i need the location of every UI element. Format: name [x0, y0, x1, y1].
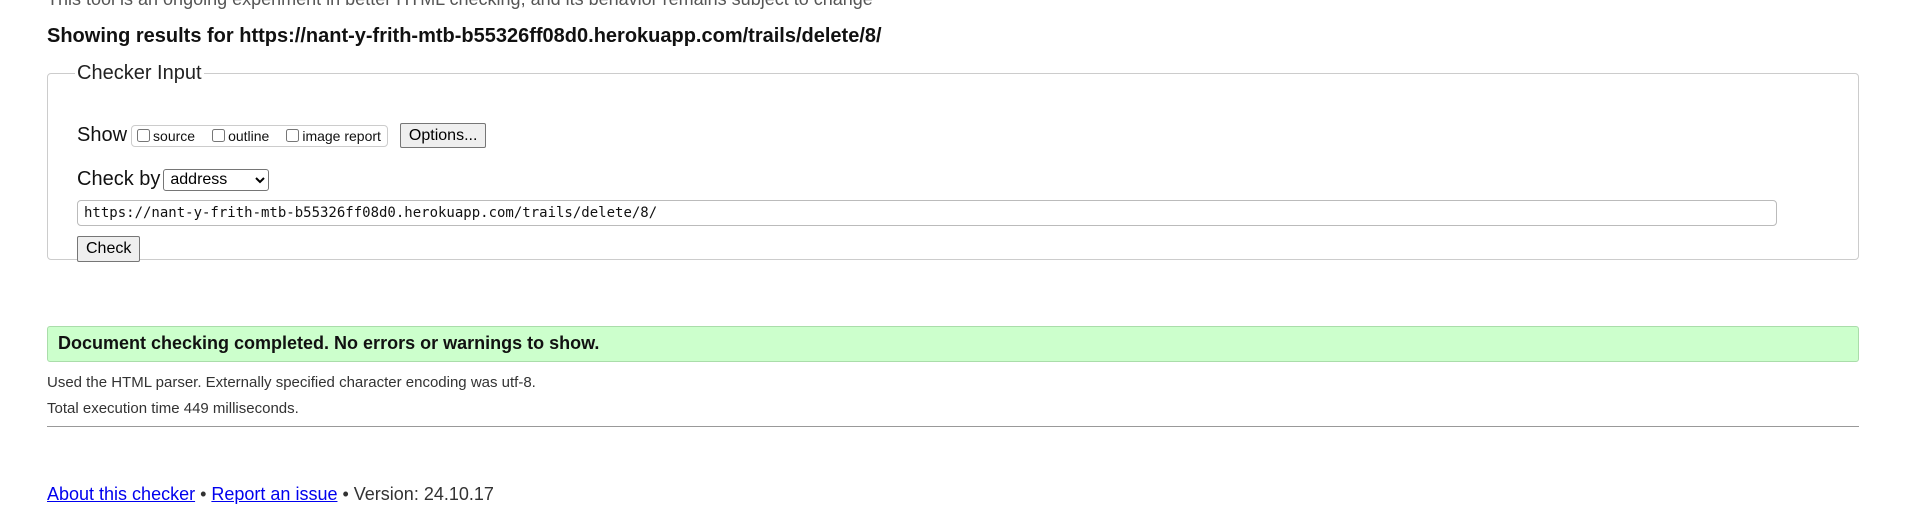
checker-input-legend: Checker Input	[77, 62, 202, 84]
version-text: Version: 24.10.17	[353, 484, 494, 504]
show-outline-option[interactable]: outline	[209, 128, 269, 144]
show-label: Show	[77, 124, 128, 146]
about-checker-link[interactable]: About this checker	[47, 484, 195, 504]
options-button[interactable]: Options...	[399, 123, 487, 148]
url-input[interactable]	[77, 200, 1777, 226]
execution-time: Total execution time 449 milliseconds.	[47, 400, 299, 417]
success-message: Document checking completed. No errors o…	[47, 326, 1859, 362]
show-source-checkbox[interactable]	[137, 129, 151, 142]
footer-separator: •	[195, 484, 212, 504]
show-source-option[interactable]: source	[134, 128, 195, 144]
check-by-label: Check by	[77, 168, 161, 190]
show-image-report-label: image report	[302, 127, 381, 144]
show-row: Show source outline image report Options…	[77, 123, 487, 148]
show-image-report-option[interactable]: image report	[283, 128, 381, 144]
show-image-report-checkbox[interactable]	[286, 129, 300, 142]
show-source-label: source	[153, 127, 196, 144]
parser-info: Used the HTML parser. Externally specifi…	[47, 374, 536, 391]
check-button[interactable]: Check	[77, 236, 141, 262]
divider	[47, 426, 1859, 427]
show-outline-checkbox[interactable]	[212, 129, 226, 142]
check-by-select[interactable]: address	[163, 168, 270, 191]
results-heading: Showing results for https://nant-y-frith…	[47, 25, 882, 47]
show-options-group: source outline image report	[131, 124, 388, 147]
checker-input-fieldset: Checker Input Show source outline image …	[47, 62, 1859, 262]
details: Used the HTML parser. Externally specifi…	[47, 370, 536, 422]
report-issue-link[interactable]: Report an issue	[211, 484, 337, 504]
check-by-row: Check by address	[77, 168, 270, 191]
intro-text: This tool is an ongoing experiment in be…	[47, 0, 873, 10]
footer-separator: •	[337, 484, 354, 504]
show-outline-label: outline	[228, 127, 270, 144]
footer: About this checker • Report an issue • V…	[47, 484, 494, 505]
